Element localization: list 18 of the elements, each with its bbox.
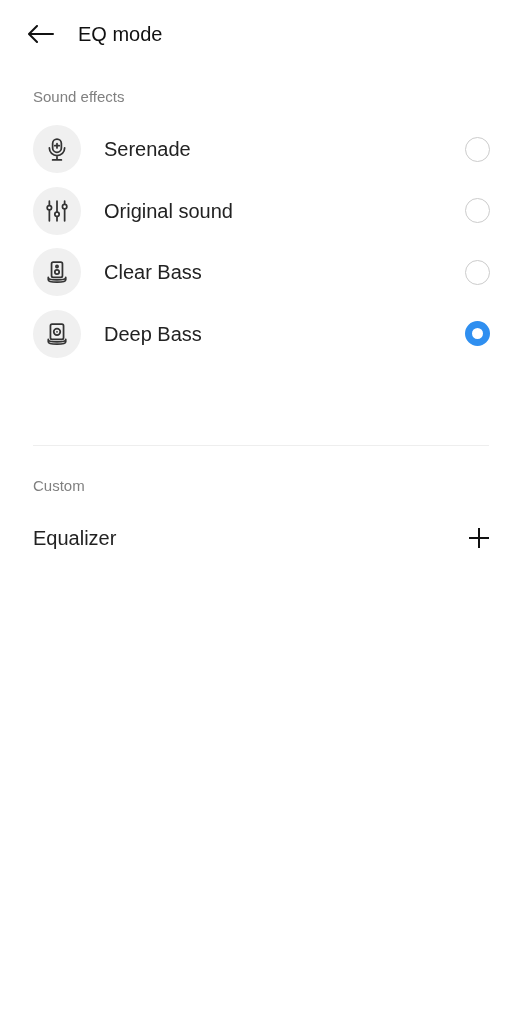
speaker-icon: [33, 248, 81, 297]
speaker-icon: [33, 309, 81, 358]
radio-button[interactable]: [465, 136, 490, 162]
option-label: Deep Bass: [104, 321, 202, 347]
radio-button[interactable]: [465, 198, 490, 224]
add-icon[interactable]: [468, 526, 490, 549]
option-label: Serenade: [104, 137, 191, 163]
radio-button[interactable]: [465, 259, 490, 285]
option-label: Clear Bass: [104, 260, 202, 286]
page-title: EQ mode: [78, 22, 163, 47]
option-label: Original sound: [104, 198, 233, 224]
option-label: Equalizer: [33, 525, 117, 551]
sliders-icon: [33, 186, 81, 235]
section-heading: Sound effects: [32, 87, 126, 107]
microphone-icon: [33, 125, 81, 174]
section-heading: Custom: [32, 475, 86, 496]
radio-button[interactable]: [465, 321, 490, 347]
back-button[interactable]: [28, 25, 54, 43]
